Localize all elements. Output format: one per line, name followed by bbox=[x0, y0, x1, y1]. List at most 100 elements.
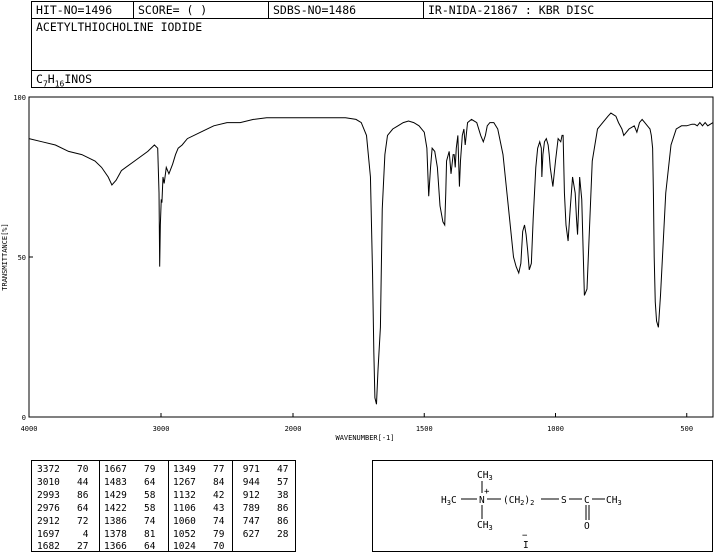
peak-row: 747 86 bbox=[237, 516, 289, 529]
peak-transmittance: 86 bbox=[259, 502, 289, 514]
y-axis-label: TRANSMITTANCE[%] bbox=[1, 223, 9, 290]
peak-transmittance: 4 bbox=[59, 528, 89, 540]
peak-row: 944 57 bbox=[237, 477, 289, 490]
chart-axes bbox=[28, 96, 714, 418]
peak-row: 1132 42 bbox=[173, 490, 225, 503]
peak-wavenumber: 912 bbox=[237, 489, 260, 501]
peak-wavenumber: 2976 bbox=[37, 502, 60, 514]
peak-row: 1267 84 bbox=[173, 477, 225, 490]
methyl-bottom: CH3 bbox=[477, 520, 493, 532]
ir-spectrum-chart: 4000 3000 2000 1500 1000 500100500 WAVENUMBER… bbox=[1, 94, 714, 442]
peak-row: 1106 43 bbox=[173, 503, 225, 516]
peak-wavenumber: 747 bbox=[237, 515, 260, 527]
peak-transmittance: 77 bbox=[195, 464, 225, 475]
peak-row: 1366 64 bbox=[104, 541, 156, 554]
peak-transmittance: 79 bbox=[195, 528, 225, 540]
peak-transmittance: 38 bbox=[259, 489, 289, 501]
peak-table: 3372 70 3010 44 2993 86 2976 64 2912 72 1697 … bbox=[31, 460, 296, 552]
peak-wavenumber: 1106 bbox=[173, 502, 196, 514]
peak-transmittance: 43 bbox=[195, 502, 225, 514]
peak-transmittance: 42 bbox=[195, 489, 225, 501]
peak-transmittance: 44 bbox=[59, 476, 89, 488]
peak-wavenumber: 1366 bbox=[104, 541, 127, 553]
peak-transmittance: 74 bbox=[126, 515, 156, 527]
peak-row: 1483 64 bbox=[104, 477, 156, 490]
peak-wavenumber: 1386 bbox=[104, 515, 127, 527]
peak-transmittance: 70 bbox=[59, 464, 89, 475]
peak-wavenumber: 789 bbox=[237, 502, 260, 514]
peak-transmittance: 74 bbox=[195, 515, 225, 527]
iodide-atom: I bbox=[523, 540, 529, 551]
peak-row: 1349 77 bbox=[173, 464, 225, 477]
peak-row: 789 86 bbox=[237, 503, 289, 516]
peak-transmittance: 58 bbox=[126, 489, 156, 501]
chemical-structure: CH3 + H3C N (CH2)2 S C CH3 CH3 O − I bbox=[441, 470, 622, 551]
y-tick-label: 0 bbox=[22, 414, 26, 422]
nitrogen-atom: N bbox=[479, 495, 485, 506]
peak-wavenumber: 1349 bbox=[173, 464, 196, 475]
x-tick-label: 500 bbox=[680, 425, 693, 433]
x-tick-label: 3000 bbox=[153, 425, 170, 433]
peak-row: 1667 79 bbox=[104, 464, 156, 477]
transmittance-series bbox=[28, 112, 714, 405]
peak-row: 3372 70 bbox=[37, 464, 89, 477]
peak-wavenumber: 1682 bbox=[37, 541, 60, 553]
peak-transmittance: 84 bbox=[195, 476, 225, 488]
methyl-left: H3C bbox=[441, 495, 457, 507]
peak-wavenumber: 3010 bbox=[37, 476, 60, 488]
peak-column: 971 47 944 57 912 38 789 86 747 86 627 2… bbox=[237, 464, 289, 541]
peak-row: 1422 58 bbox=[104, 503, 156, 516]
table-divider bbox=[168, 461, 169, 551]
peak-row: 1052 79 bbox=[173, 529, 225, 542]
peak-row: 1429 58 bbox=[104, 490, 156, 503]
methyl-right: CH3 bbox=[606, 495, 622, 507]
peak-wavenumber: 1060 bbox=[173, 515, 196, 527]
charge-plus: + bbox=[484, 487, 490, 497]
x-axis-label: WAVENUMBER[-1] bbox=[335, 434, 394, 442]
x-tick-label: 4000 bbox=[21, 425, 38, 433]
peak-row: 1682 27 bbox=[37, 541, 89, 554]
peak-row: 627 28 bbox=[237, 529, 289, 542]
peak-transmittance: 58 bbox=[126, 502, 156, 514]
peak-row: 1060 74 bbox=[173, 516, 225, 529]
peak-wavenumber: 1667 bbox=[104, 464, 127, 475]
plot-frame bbox=[28, 96, 714, 418]
carbonyl-carbon: C bbox=[584, 495, 590, 506]
peak-wavenumber: 1052 bbox=[173, 528, 196, 540]
peak-transmittance: 27 bbox=[59, 541, 89, 553]
structure-box: CH3 + H3C N (CH2)2 S C CH3 CH3 O − I bbox=[372, 460, 713, 552]
sulfur-atom: S bbox=[561, 495, 567, 506]
peak-transmittance: 64 bbox=[126, 541, 156, 553]
peak-transmittance: 28 bbox=[259, 528, 289, 540]
peak-wavenumber: 1024 bbox=[173, 541, 196, 553]
x-tick-label: 1000 bbox=[547, 425, 564, 433]
peak-transmittance: 81 bbox=[126, 528, 156, 540]
peak-row: 3010 44 bbox=[37, 477, 89, 490]
peak-row: 2976 64 bbox=[37, 503, 89, 516]
ethylene-chain: (CH2)2 bbox=[503, 495, 534, 507]
peak-wavenumber: 627 bbox=[237, 528, 260, 540]
peak-wavenumber: 2993 bbox=[37, 489, 60, 501]
peak-transmittance: 57 bbox=[259, 476, 289, 488]
y-tick-label: 50 bbox=[18, 254, 26, 262]
peak-wavenumber: 971 bbox=[237, 464, 260, 475]
peak-transmittance: 64 bbox=[126, 476, 156, 488]
peak-row: 2993 86 bbox=[37, 490, 89, 503]
peak-row: 1024 70 bbox=[173, 541, 225, 554]
peak-wavenumber: 1132 bbox=[173, 489, 196, 501]
x-tick-label: 1500 bbox=[416, 425, 433, 433]
chart-ticks: 4000 3000 2000 1500 1000 500100500 bbox=[13, 94, 693, 433]
methyl-top: CH3 bbox=[477, 470, 493, 482]
peak-wavenumber: 944 bbox=[237, 476, 260, 488]
peak-row: 1378 81 bbox=[104, 529, 156, 542]
oxygen-atom: O bbox=[584, 521, 590, 532]
peak-wavenumber: 1483 bbox=[104, 476, 127, 488]
peak-transmittance: 79 bbox=[126, 464, 156, 475]
peak-wavenumber: 1697 bbox=[37, 528, 60, 540]
peak-row: 971 47 bbox=[237, 464, 289, 477]
peak-row: 1386 74 bbox=[104, 516, 156, 529]
y-tick-label: 100 bbox=[13, 94, 26, 102]
peak-wavenumber: 1378 bbox=[104, 528, 127, 540]
peak-row: 912 38 bbox=[237, 490, 289, 503]
peak-column: 3372 70 3010 44 2993 86 2976 64 2912 72 1697 … bbox=[37, 464, 89, 554]
